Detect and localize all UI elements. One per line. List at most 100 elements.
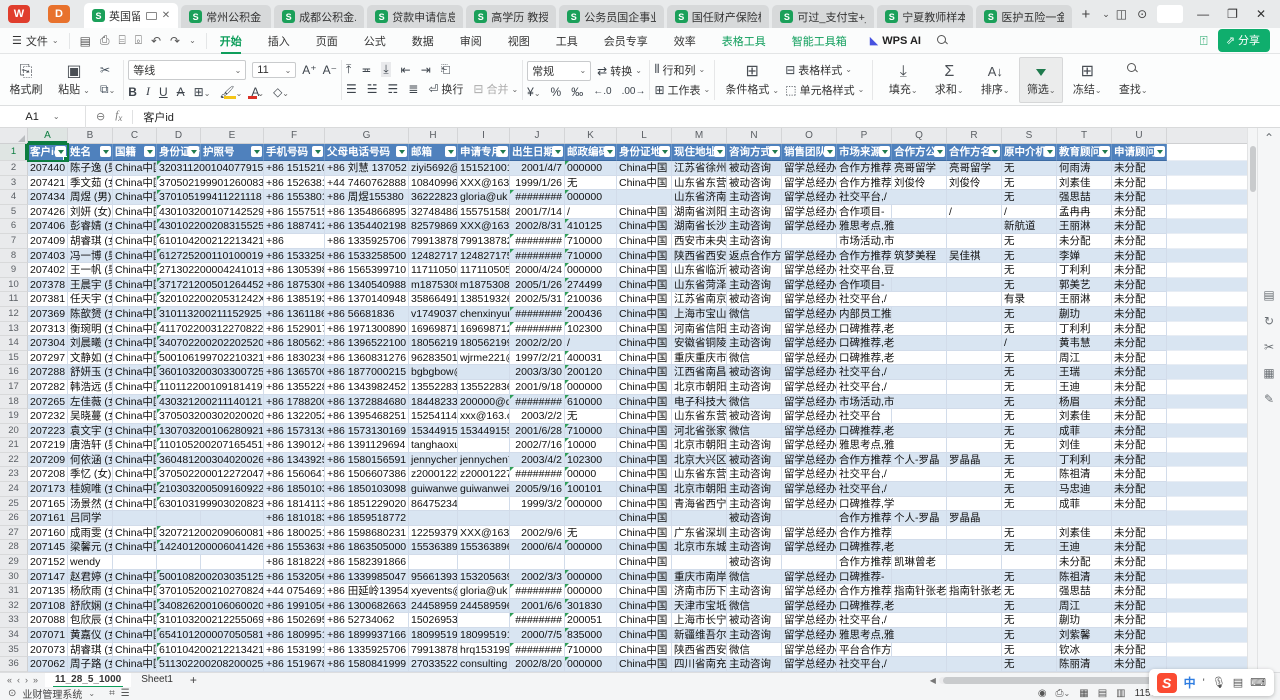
cell-r12-c18[interactable]: 无 (1002, 307, 1057, 322)
cell-r35-c8[interactable]: hrq153199 (458, 643, 510, 658)
cell-r16-c20[interactable]: 未分配 (1112, 365, 1167, 380)
cell-r32-c13[interactable]: 微信 (727, 599, 782, 614)
cell-r22-c19[interactable]: 丁利利 (1057, 453, 1112, 468)
cell-r23-c0[interactable]: 207208 (28, 467, 68, 482)
row-header-11[interactable]: 11 (0, 292, 28, 307)
cell-r28-c6[interactable]: +86 1863505000 (325, 540, 409, 555)
cell-r16-c7[interactable]: bgbgbow@ (409, 365, 458, 380)
cell-r16-c13[interactable]: 被动咨询 (727, 365, 782, 380)
cell-r5-c14[interactable]: 留学总经办 (782, 205, 837, 220)
cell-r14-c9[interactable]: 2002/2/20 (510, 336, 565, 351)
cell-r16-c6[interactable]: +86 1877000215 (325, 365, 409, 380)
cell-r26-c8[interactable] (458, 511, 510, 526)
cell-r9-c8[interactable]: 117110505 (458, 263, 510, 278)
column-header-J[interactable]: J (510, 128, 565, 143)
save-icon[interactable]: ▤ (80, 34, 91, 48)
cell-r16-c2[interactable]: China中国 (113, 365, 157, 380)
convert-button[interactable]: ⇄转换⌄ (597, 63, 642, 79)
cell-r21-c11[interactable]: China中国 (617, 438, 672, 453)
cell-r11-c8[interactable]: 138519326 (458, 292, 510, 307)
column-header-F[interactable]: F (264, 128, 325, 143)
orientation-icon[interactable]: ⎗ (441, 62, 451, 77)
cell-r4-c3[interactable]: 370105199411221118 (157, 190, 264, 205)
vertical-scrollbar-thumb[interactable] (1250, 146, 1256, 192)
cell-r35-c2[interactable]: China中国 (113, 643, 157, 658)
cell-r19-c16[interactable] (892, 409, 947, 424)
cell-r9-c3[interactable]: 271302200004241013 (157, 263, 264, 278)
screen-share-icon[interactable] (146, 12, 157, 20)
restore-button[interactable]: ❐ (1223, 7, 1242, 21)
cell-r25-c5[interactable]: +86 18141137 (264, 497, 325, 512)
cell-r29-c5[interactable]: +86 18182281 (264, 555, 325, 570)
cell-r13-c1[interactable]: 衡琬明 (女 (68, 322, 113, 337)
cell-r2-c7[interactable]: ziyi5692@ (409, 161, 458, 176)
cell-r19-c12[interactable]: 山东省东营 (672, 409, 727, 424)
cell-r10-c1[interactable]: 王晨宇 (男 (68, 278, 113, 293)
cell-r11-c1[interactable]: 任天宇 (女 (68, 292, 113, 307)
cell-r19-c14[interactable]: 留学总经办 (782, 409, 837, 424)
cell-r9-c10[interactable]: 000000 (565, 263, 617, 278)
filter-dropdown-icon[interactable] (934, 146, 945, 157)
cell-r24-c11[interactable]: China中国 (617, 482, 672, 497)
cell-r29-c6[interactable]: +86 1582391866 (325, 555, 409, 570)
cell-r29-c12[interactable] (672, 555, 727, 570)
cell-r20-c1[interactable]: 袁文宇 (女 (68, 424, 113, 439)
menu-item-0[interactable]: 开始 (207, 29, 255, 53)
cell-r6-c6[interactable]: +86 1354402198 (325, 219, 409, 234)
cell-r30-c8[interactable]: 153205639 (458, 570, 510, 585)
cell-r26-c14[interactable] (782, 511, 837, 526)
header-cell-15[interactable]: 市场来源 (837, 144, 892, 161)
cell-r11-c11[interactable]: China中国 (617, 292, 672, 307)
cell-r10-c18[interactable]: 无 (1002, 278, 1057, 293)
cell-r28-c12[interactable]: 北京市东城 (672, 540, 727, 555)
cell-r13-c0[interactable]: 207313 (28, 322, 68, 337)
cell-r4-c1[interactable]: 周煜 (男) (68, 190, 113, 205)
cell-r5-c16[interactable] (892, 205, 947, 220)
cell-r24-c12[interactable]: 北京市朝阳 (672, 482, 727, 497)
cell-r32-c12[interactable]: 天津市宝坻 (672, 599, 727, 614)
cell-r6-c9[interactable]: 2002/8/31 (510, 219, 565, 234)
cell-r35-c20[interactable]: 未分配 (1112, 643, 1167, 658)
header-cell-10[interactable]: 邮政编码 (565, 144, 617, 161)
cell-r16-c3[interactable]: 360103200303300725 (157, 365, 264, 380)
cell-r20-c17[interactable] (947, 424, 1002, 439)
cell-r14-c8[interactable]: 180562199 (458, 336, 510, 351)
cell-r17-c11[interactable]: China中国 (617, 380, 672, 395)
column-header-O[interactable]: O (782, 128, 837, 143)
cell-r21-c10[interactable]: 10000 (565, 438, 617, 453)
cell-r7-c10[interactable]: 710000 (565, 234, 617, 249)
cell-r7-c2[interactable]: China中国 (113, 234, 157, 249)
cell-r26-c20[interactable] (1112, 511, 1167, 526)
cell-r34-c2[interactable]: China中国 (113, 628, 157, 643)
cell-r11-c12[interactable]: 江苏省南京 (672, 292, 727, 307)
cell-r16-c0[interactable]: 207288 (28, 365, 68, 380)
cell-r15-c6[interactable]: +86 1360831276 (325, 351, 409, 366)
cell-r18-c0[interactable]: 207265 (28, 395, 68, 410)
row-header-23[interactable]: 23 (0, 467, 28, 482)
cell-r10-c13[interactable]: 主动咨询 (727, 278, 782, 293)
column-header-G[interactable]: G (325, 128, 409, 143)
cell-r14-c2[interactable]: China中国 (113, 336, 157, 351)
cell-r17-c12[interactable]: 北京市朝阳 (672, 380, 727, 395)
cell-r36-c3[interactable]: 511302200208200025 (157, 657, 264, 672)
cell-r10-c19[interactable]: 郭美艺 (1057, 278, 1112, 293)
filter-dropdown-icon[interactable] (659, 146, 670, 157)
eye-protect-icon[interactable]: ◉ (1038, 688, 1047, 699)
cell-r32-c1[interactable]: 舒欣娴 (女 (68, 599, 113, 614)
filter-button[interactable]: 筛选⌄ (1019, 57, 1063, 103)
filter-dropdown-icon[interactable] (604, 146, 615, 157)
cell-r22-c6[interactable]: +86 1580156591 (325, 453, 409, 468)
cell-r19-c19[interactable]: 刘素佳 (1057, 409, 1112, 424)
cell-r17-c7[interactable]: 135522836 (409, 380, 458, 395)
cell-r24-c18[interactable]: 无 (1002, 482, 1057, 497)
cell-r9-c5[interactable]: +86 13053983 (264, 263, 325, 278)
cell-r23-c10[interactable]: 00000 (565, 467, 617, 482)
skin-icon[interactable]: ⊙ (1137, 7, 1147, 21)
filter-dropdown-icon[interactable] (497, 146, 508, 157)
cell-r20-c20[interactable]: 未分配 (1112, 424, 1167, 439)
cell-r4-c20[interactable]: 未分配 (1112, 190, 1167, 205)
cell-r4-c11[interactable] (617, 190, 672, 205)
cell-r18-c12[interactable]: 电子科技大 (672, 395, 727, 410)
cell-r32-c9[interactable]: 2001/6/6 (510, 599, 565, 614)
cell-r16-c8[interactable] (458, 365, 510, 380)
